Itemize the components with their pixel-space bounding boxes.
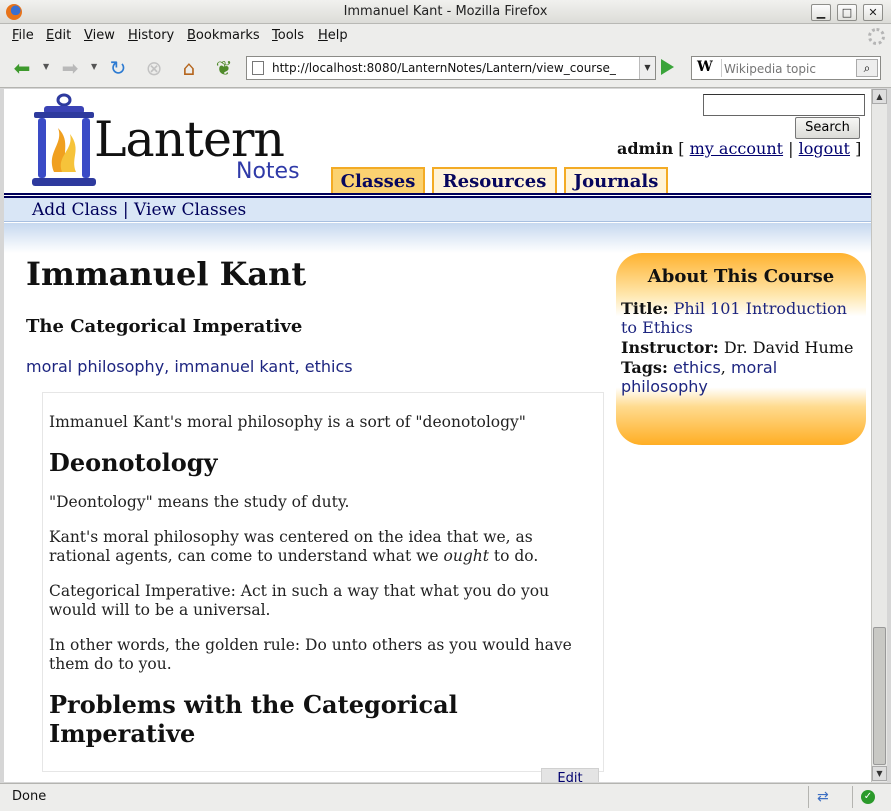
window-title: Immanuel Kant - Mozilla Firefox — [343, 4, 548, 19]
reload-icon[interactable]: ↻ — [106, 56, 130, 80]
maximize-button[interactable]: □ — [837, 4, 857, 21]
menu-help[interactable]: Help — [318, 28, 348, 43]
window-titlebar: Immanuel Kant - Mozilla Firefox ▁ □ ✕ — [0, 0, 891, 24]
site-search-button[interactable]: Search — [795, 117, 860, 139]
edit-link[interactable]: Edit — [541, 768, 599, 782]
web-search-box[interactable]: W ⌕ — [691, 56, 881, 80]
about-heading: About This Course — [647, 266, 835, 287]
scroll-up-arrow-icon[interactable]: ▲ — [872, 89, 887, 104]
status-divider — [852, 786, 853, 808]
navigation-toolbar: ⬅ ▼ ➡ ▼ ↻ ⊗ ⌂ ❦ http://localhost:8080/La… — [0, 48, 891, 88]
menu-bar: File Edit View History Bookmarks Tools H… — [0, 24, 891, 48]
tag-link[interactable]: ethics — [305, 357, 353, 376]
menu-edit[interactable]: Edit — [46, 28, 71, 43]
menu-file[interactable]: File — [12, 28, 34, 43]
forward-arrow-icon[interactable]: ➡ — [58, 56, 82, 80]
scroll-down-arrow-icon[interactable]: ▼ — [872, 766, 887, 781]
address-history-dropdown[interactable]: ▼ — [639, 57, 655, 79]
logo-subtitle: Notes — [236, 159, 300, 184]
note-heading-deonotology: Deonotology — [49, 448, 218, 477]
status-ok-icon: ✓ — [861, 790, 875, 804]
wikipedia-engine-icon[interactable]: W — [694, 59, 722, 77]
back-history-dropdown[interactable]: ▼ — [43, 62, 49, 71]
view-classes-link[interactable]: View Classes — [134, 200, 246, 220]
note-content: Immanuel Kant's moral philosophy is a so… — [42, 392, 604, 772]
menu-tools[interactable]: Tools — [272, 28, 304, 43]
note-heading-problems: Problems with the Categorical Imperative — [49, 690, 458, 748]
menu-bookmarks[interactable]: Bookmarks — [187, 28, 260, 43]
sub-navigation: Add Class | View Classes — [4, 198, 871, 222]
course-tags-row: Tags: ethics, moral philosophy — [621, 358, 778, 396]
status-bar: Done ⇄ ✓ — [0, 783, 891, 811]
activity-throbber-icon — [868, 28, 885, 45]
note-intro: Immanuel Kant's moral philosophy is a so… — [49, 413, 526, 431]
page-title: Immanuel Kant — [26, 255, 307, 293]
site-search-input[interactable] — [703, 94, 865, 116]
emphasis-ought: ought — [443, 547, 489, 565]
course-instructor-row: Instructor: Dr. David Hume — [621, 338, 854, 357]
page-icon — [252, 61, 264, 75]
subnav-separator: | — [122, 200, 129, 220]
status-divider — [808, 786, 809, 808]
tag-link[interactable]: moral philosophy — [26, 357, 164, 376]
note-paragraph: Kant's moral philosophy was centered on … — [49, 528, 539, 565]
web-search-input[interactable] — [724, 60, 852, 77]
tag-link[interactable]: immanuel kant — [174, 357, 294, 376]
back-arrow-icon[interactable]: ⬅ — [10, 56, 34, 80]
lantern-logo-icon — [32, 93, 96, 186]
stop-icon[interactable]: ⊗ — [142, 56, 166, 80]
tab-journals[interactable]: Journals — [564, 167, 668, 194]
search-icon[interactable]: ⌕ — [856, 59, 878, 77]
address-bar[interactable]: http://localhost:8080/LanternNotes/Lante… — [246, 56, 656, 80]
note-paragraph: Categorical Imperative: Act in such a wa… — [49, 582, 550, 619]
menu-history[interactable]: History — [128, 28, 174, 43]
user-bar: admin [ my account | logout ] — [617, 139, 862, 158]
connection-icon: ⇄ — [817, 789, 829, 805]
menu-view[interactable]: View — [84, 28, 115, 43]
instructor-name: Dr. David Hume — [723, 338, 854, 357]
leaf-addon-icon[interactable]: ❦ — [212, 56, 236, 80]
tab-resources[interactable]: Resources — [432, 167, 557, 194]
page-viewport: Lantern Notes Search admin [ my account … — [4, 89, 871, 782]
forward-history-dropdown[interactable]: ▼ — [91, 62, 97, 71]
close-button[interactable]: ✕ — [863, 4, 883, 21]
go-arrow-icon[interactable] — [661, 59, 674, 75]
my-account-link[interactable]: my account — [690, 139, 783, 158]
course-tag-link[interactable]: ethics — [673, 358, 721, 377]
tab-classes[interactable]: Classes — [331, 167, 425, 194]
scrollbar-thumb[interactable] — [873, 627, 886, 765]
vertical-scrollbar[interactable]: ▲ ▼ — [871, 89, 887, 782]
note-paragraph: In other words, the golden rule: Do unto… — [49, 636, 572, 673]
logout-link[interactable]: logout — [799, 139, 850, 158]
subnav-gradient — [4, 223, 871, 253]
minimize-button[interactable]: ▁ — [811, 4, 831, 21]
note-tags: moral philosophy, immanuel kant, ethics — [26, 357, 353, 376]
username: admin — [617, 139, 674, 158]
note-paragraph: "Deontology" means the study of duty. — [49, 493, 350, 511]
home-icon[interactable]: ⌂ — [177, 56, 201, 80]
course-title-row: Title: Phil 101 Introduction to Ethics — [621, 299, 847, 337]
about-course-panel: About This Course Title: Phil 101 Introd… — [616, 253, 866, 445]
add-class-link[interactable]: Add Class — [32, 200, 117, 220]
page-subtitle: The Categorical Imperative — [26, 316, 303, 337]
address-url[interactable]: http://localhost:8080/LanternNotes/Lante… — [272, 61, 638, 75]
status-text: Done — [12, 789, 47, 804]
